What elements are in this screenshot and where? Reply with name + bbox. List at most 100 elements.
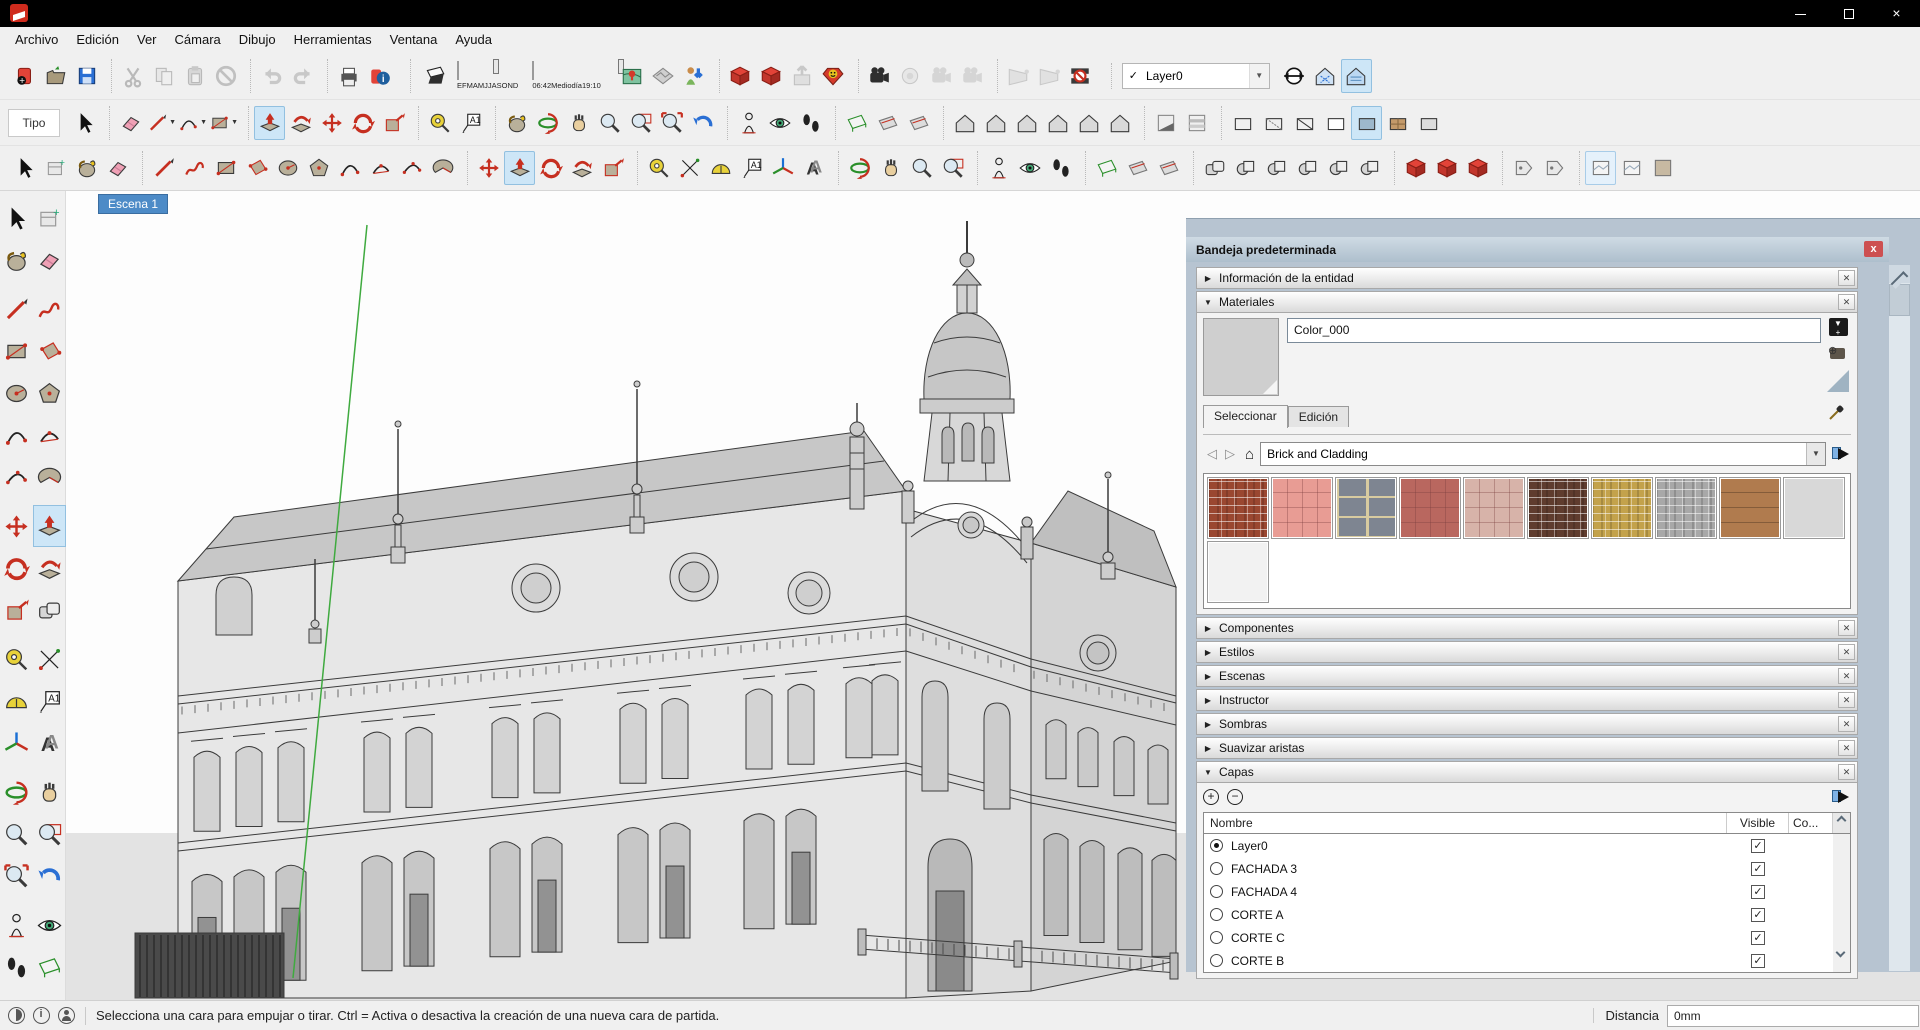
rotated-rectangle-tool[interactable] xyxy=(33,330,66,372)
tape-measure-tool[interactable] xyxy=(0,638,33,680)
layer-radio[interactable] xyxy=(1210,862,1223,875)
view-cone-front-tool[interactable] xyxy=(1003,59,1034,93)
visible-checkbox[interactable]: ✓ xyxy=(1751,839,1765,853)
eraser-tool[interactable] xyxy=(115,106,146,140)
section-instructor[interactable]: ▶Instructor✕ xyxy=(1196,689,1858,711)
tape-measure-tool[interactable] xyxy=(424,106,455,140)
section-close-button[interactable]: ✕ xyxy=(1838,668,1855,684)
export-model-tool[interactable] xyxy=(756,59,787,93)
save-file-tool[interactable] xyxy=(71,59,102,93)
section-close-button[interactable]: ✕ xyxy=(1838,692,1855,708)
material-swatch-dark-brick[interactable] xyxy=(1527,477,1589,539)
chevron-down-icon[interactable]: ▼ xyxy=(200,119,207,126)
view-top-tool[interactable] xyxy=(980,106,1011,140)
sign-in-icon[interactable] xyxy=(58,1007,75,1024)
view-iso-tool[interactable] xyxy=(949,106,980,140)
camera-previous-tool[interactable] xyxy=(926,59,957,93)
follow-me-tool[interactable] xyxy=(285,106,316,140)
outer-shell-tool[interactable] xyxy=(1199,151,1230,185)
active-layer-dropdown[interactable]: ✓ Layer0 ▼ xyxy=(1122,63,1270,89)
shadow-date-slider[interactable]: EFMAMJJASOND xyxy=(457,62,518,90)
column-visible[interactable]: Visible xyxy=(1727,813,1789,833)
walk-tool[interactable] xyxy=(795,106,826,140)
style-edit-tool[interactable] xyxy=(1585,151,1616,185)
circle-tool[interactable] xyxy=(272,151,303,185)
make-component-tool[interactable]: + xyxy=(40,151,71,185)
push-pull-tool[interactable] xyxy=(504,151,535,185)
section-close-button[interactable]: ✕ xyxy=(1838,740,1855,756)
protractor-tool[interactable] xyxy=(705,151,736,185)
previous-view-tool[interactable] xyxy=(33,855,66,897)
walk-tool[interactable] xyxy=(1045,151,1076,185)
material-preview[interactable] xyxy=(1203,318,1279,396)
in-model-materials-button[interactable]: ⊕ xyxy=(1828,344,1848,362)
face-shaded-tool[interactable] xyxy=(1351,106,1382,140)
credits-icon[interactable] xyxy=(33,1007,50,1024)
section-estilos[interactable]: ▶Estilos✕ xyxy=(1196,641,1858,663)
eraser-tool[interactable] xyxy=(33,239,66,281)
visible-checkbox[interactable]: ✓ xyxy=(1751,885,1765,899)
rectangle-tool[interactable] xyxy=(210,151,241,185)
material-swatch-white-brick[interactable] xyxy=(1655,477,1717,539)
layer-row-fachada-3[interactable]: FACHADA 3 ✓ xyxy=(1204,857,1850,880)
tab-edicion[interactable]: Edición xyxy=(1288,406,1349,427)
tray-scrollbar[interactable] xyxy=(1889,265,1910,971)
material-swatch-granite-blocks[interactable] xyxy=(1335,477,1397,539)
paint-bucket-tool[interactable] xyxy=(501,106,532,140)
menu-ayuda[interactable]: Ayuda xyxy=(446,29,501,50)
list-scroll-up[interactable] xyxy=(1833,813,1850,833)
solid-trim-tool[interactable] xyxy=(1292,151,1323,185)
zoom-tool[interactable] xyxy=(594,106,625,140)
material-swatch-wood-siding[interactable] xyxy=(1719,477,1781,539)
face-xray-tool[interactable] xyxy=(1227,106,1258,140)
select-tool[interactable] xyxy=(9,151,40,185)
visible-checkbox[interactable]: ✓ xyxy=(1751,862,1765,876)
freehand-tool[interactable] xyxy=(33,288,66,330)
arc-tool[interactable]: ▼ xyxy=(177,106,208,140)
shadows-dialog-tool[interactable] xyxy=(1150,106,1181,140)
walk-tool[interactable] xyxy=(0,946,33,988)
eraser-tool[interactable] xyxy=(102,151,133,185)
view-cone-back-tool[interactable] xyxy=(1034,59,1065,93)
layer-radio[interactable] xyxy=(1210,954,1223,967)
solid-split-tool[interactable] xyxy=(1354,151,1385,185)
chevron-down-icon[interactable]: ▼ xyxy=(231,119,238,126)
select-tool[interactable] xyxy=(0,197,33,239)
line-tool[interactable] xyxy=(0,288,33,330)
face-textured-tool[interactable] xyxy=(1382,106,1413,140)
zoom-window-tool[interactable] xyxy=(625,106,656,140)
circle-tool[interactable] xyxy=(0,372,33,414)
default-material-button[interactable] xyxy=(1827,370,1849,392)
axes-tool[interactable] xyxy=(0,722,33,764)
tray-title[interactable]: Bandeja predeterminada x xyxy=(1186,237,1889,262)
select-tool[interactable] xyxy=(69,106,100,140)
close-button[interactable]: × xyxy=(1873,0,1920,27)
text-tool[interactable]: A1 xyxy=(736,151,767,185)
home-icon[interactable]: ⌂ xyxy=(1245,446,1254,463)
orbit-tool[interactable] xyxy=(532,106,563,140)
section-close-button[interactable]: ✕ xyxy=(1838,294,1855,310)
collection-dropdown[interactable]: Brick and Cladding ▼ xyxy=(1260,442,1826,466)
text-tool[interactable]: A1 xyxy=(33,680,66,722)
section-escenas[interactable]: ▶Escenas✕ xyxy=(1196,665,1858,687)
visible-checkbox[interactable]: ✓ xyxy=(1751,908,1765,922)
visible-checkbox[interactable]: ✓ xyxy=(1751,954,1765,968)
remove-layer-button[interactable]: − xyxy=(1227,789,1243,805)
back-arrow-icon[interactable]: ◁ xyxy=(1207,446,1217,462)
view-right-tool[interactable] xyxy=(1042,106,1073,140)
previous-view-tool[interactable] xyxy=(687,106,718,140)
axes-toggle-tool[interactable] xyxy=(1279,59,1310,93)
list-scroll-down[interactable] xyxy=(1836,948,1846,958)
layer-radio[interactable] xyxy=(1210,931,1223,944)
view-front-tool[interactable] xyxy=(1011,106,1042,140)
open-file-tool[interactable] xyxy=(40,59,71,93)
scroll-thumb[interactable] xyxy=(1889,284,1910,316)
pan-tool[interactable] xyxy=(563,106,594,140)
look-around-tool[interactable] xyxy=(33,904,66,946)
outer-shell-tool[interactable] xyxy=(33,589,66,631)
material-swatch-red-pavers[interactable] xyxy=(1399,477,1461,539)
material-swatch-yellow-brick[interactable] xyxy=(1591,477,1653,539)
position-camera-tool[interactable] xyxy=(733,106,764,140)
arc-tool[interactable] xyxy=(0,414,33,456)
arc-tool[interactable] xyxy=(334,151,365,185)
